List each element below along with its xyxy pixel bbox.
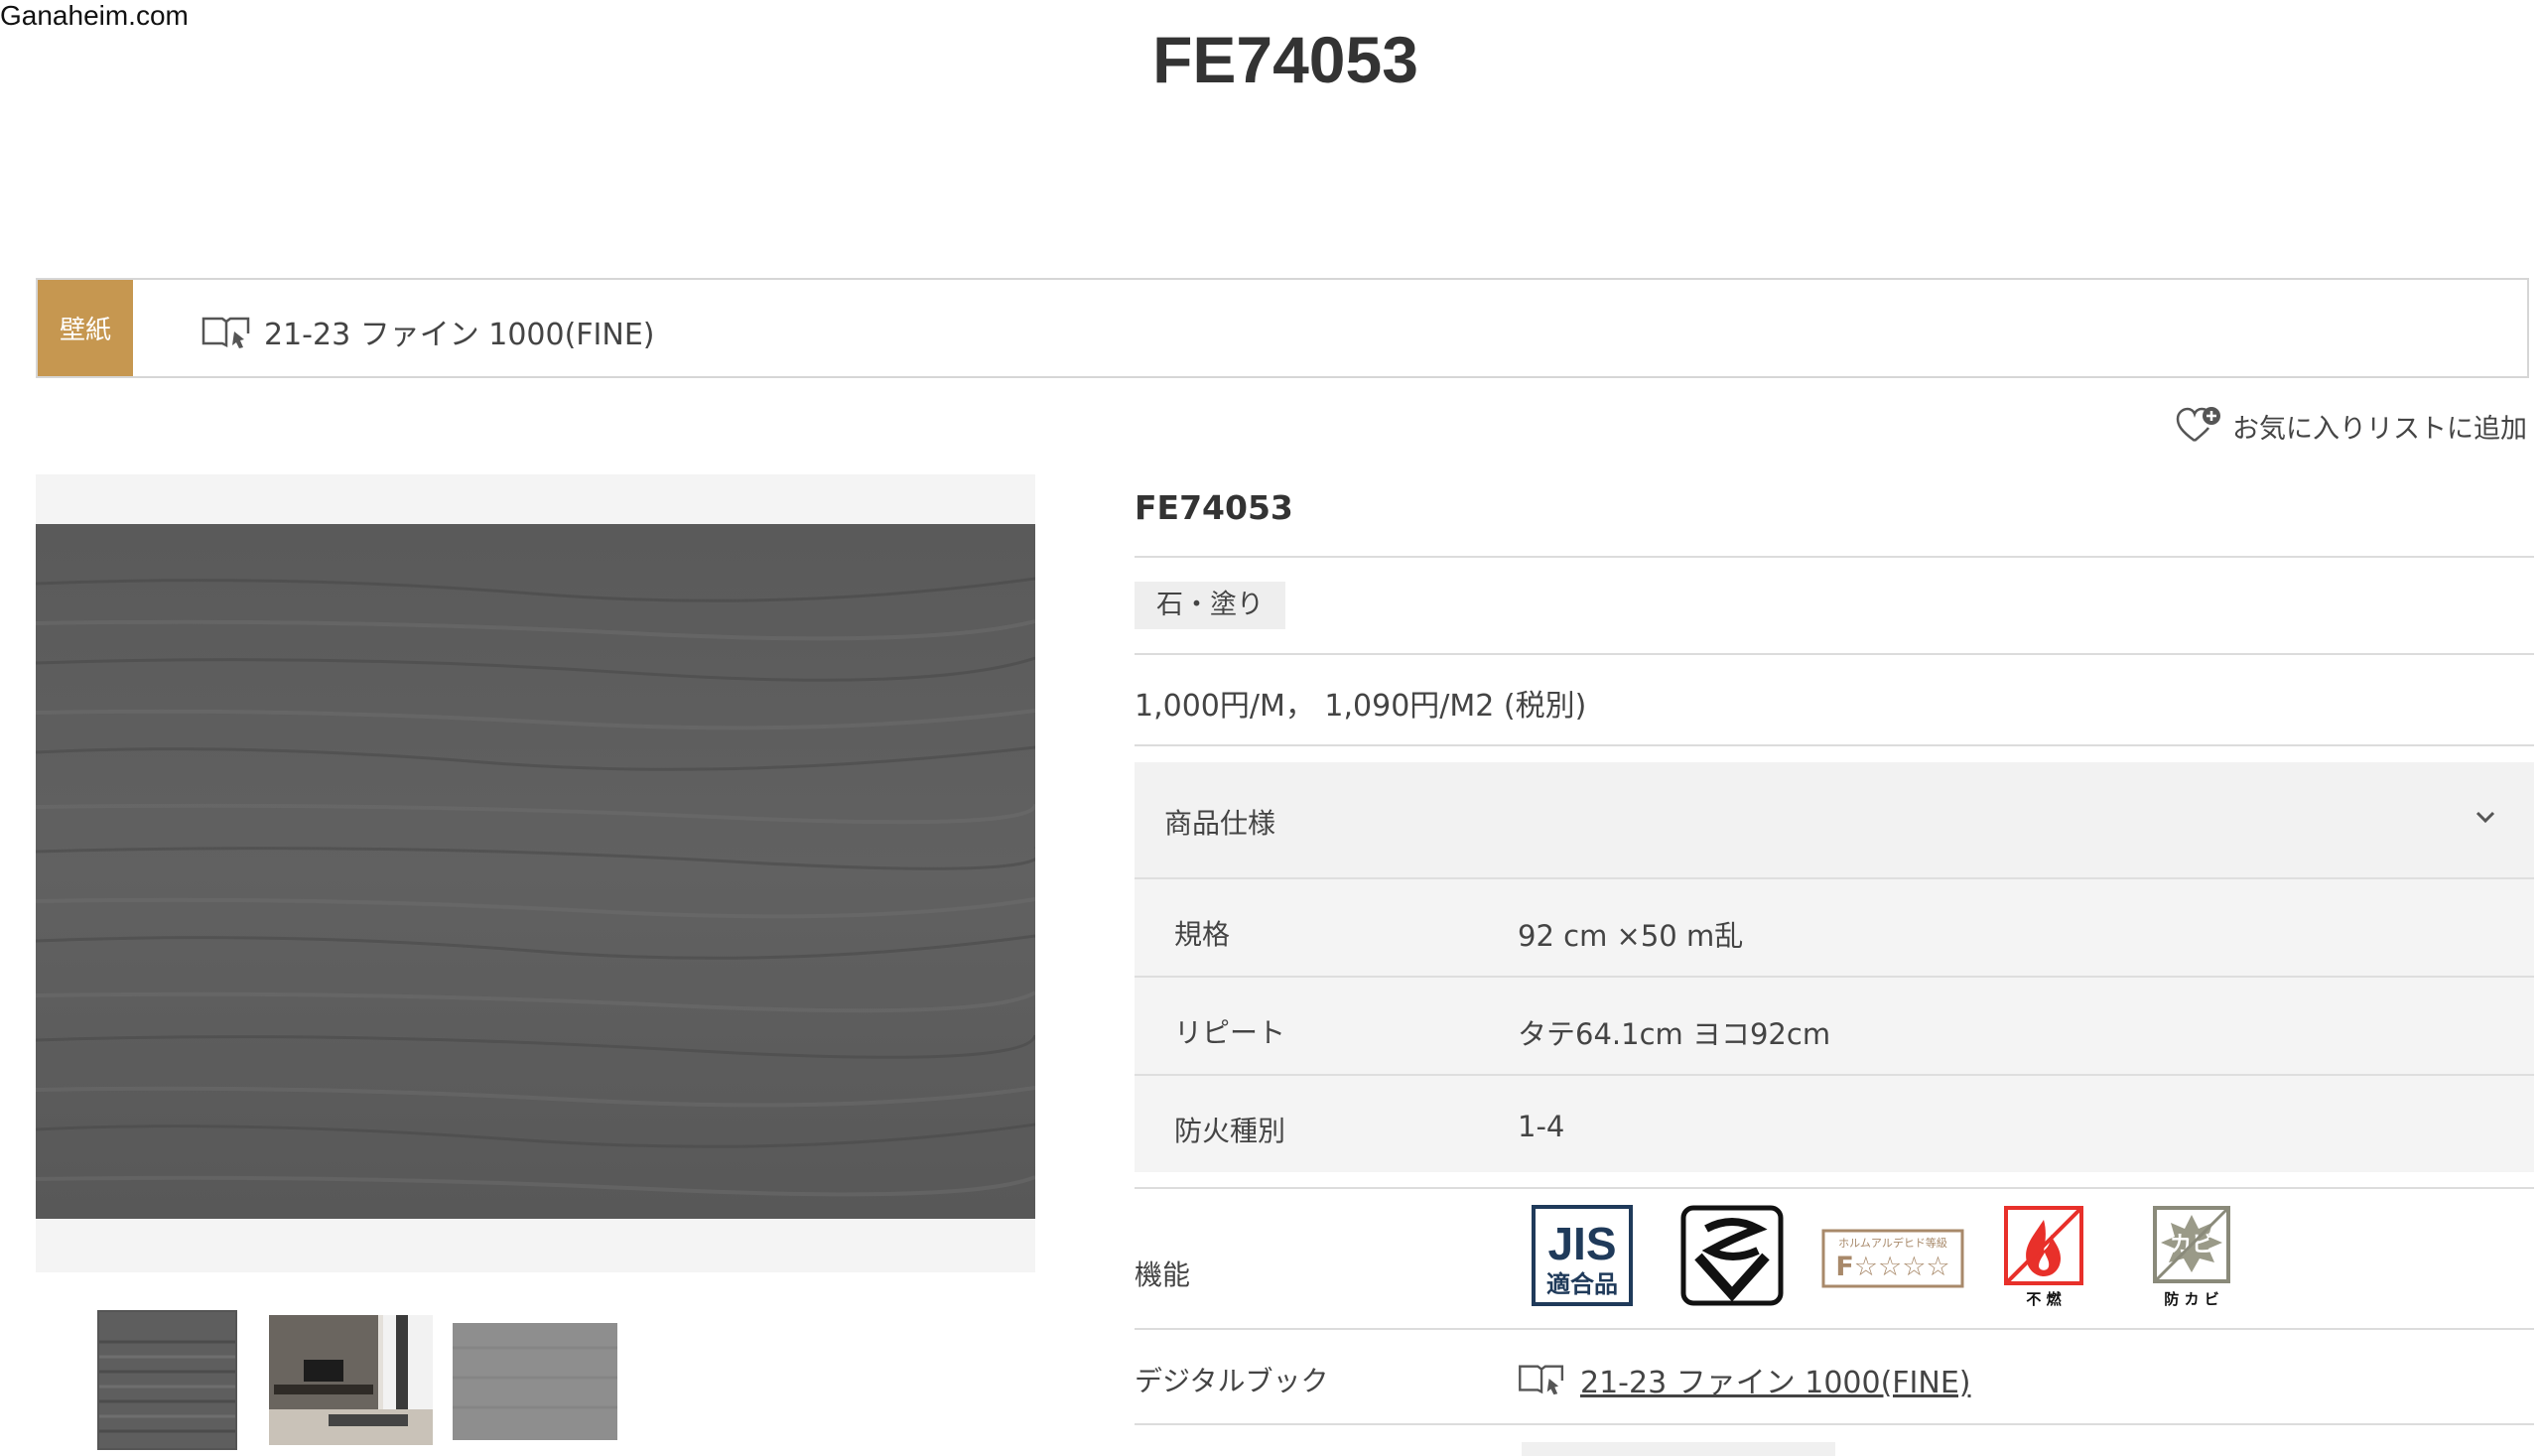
- divider: [1135, 1187, 2534, 1189]
- spec-row: 規格 92 cm ×50 m乱: [1135, 877, 2534, 976]
- add-to-favorites[interactable]: お気に入りリストに追加: [2175, 405, 2527, 447]
- anti-mold-icon: カビ 防 カ ビ: [2153, 1206, 2230, 1308]
- fireproof-icon: 不 燃: [2004, 1206, 2083, 1308]
- favorite-label: お気に入りリストに追加: [2232, 413, 2527, 445]
- catalog-bar: 壁紙 21-23 ファイン 1000(FINE): [36, 278, 2529, 378]
- spec-key: リピート: [1174, 1016, 1286, 1049]
- digital-book-icon: [201, 317, 250, 348]
- sv-mark-icon: [1680, 1205, 1784, 1306]
- chevron-down-icon: [2475, 811, 2495, 824]
- product-price: 1,000円/M， 1,090円/M2 (税別): [1135, 689, 1587, 724]
- spec-value: タテ64.1cm ヨコ92cm: [1518, 1017, 1831, 1051]
- spec-row: 防火種別 1-4: [1135, 1074, 2534, 1172]
- jis-icon: JIS 適合品: [1532, 1205, 1633, 1306]
- divider: [1135, 1423, 2534, 1425]
- formaldehyde-grade: F☆☆☆☆: [1835, 1252, 1949, 1282]
- spec-key: 規格: [1174, 918, 1231, 951]
- main-product-image[interactable]: [36, 524, 1035, 1219]
- thumbnail-swatch[interactable]: [453, 1323, 617, 1440]
- spec-value: 1-4: [1518, 1110, 1565, 1143]
- page-title: FE74053: [1152, 23, 1418, 96]
- divider: [1135, 744, 2534, 746]
- spec-key: 防火種別: [1174, 1115, 1286, 1147]
- divider: [1135, 653, 2534, 655]
- thumbnail-room[interactable]: [269, 1315, 433, 1445]
- heart-plus-icon: [2176, 407, 2220, 443]
- partial-button[interactable]: [1522, 1442, 1835, 1456]
- spec-heading: 商品仕様: [1164, 807, 1276, 840]
- stone-texture: [36, 524, 1035, 1219]
- spec-value: 92 cm ×50 m乱: [1518, 919, 1744, 953]
- product-tag: 石・塗り: [1135, 582, 1285, 629]
- texture-thumbnail-image: [99, 1312, 235, 1448]
- digital-book-label: デジタルブック: [1135, 1365, 1329, 1397]
- spec-row: リピート タテ64.1cm ヨコ92cm: [1135, 976, 2534, 1074]
- category-badge: 壁紙: [38, 280, 133, 376]
- formaldehyde-grade-icon: ホルムアルデヒド等級 F☆☆☆☆: [1821, 1229, 1964, 1288]
- digital-book-link[interactable]: 21-23 ファイン 1000(FINE): [1517, 1358, 1971, 1401]
- digital-book-icon: [1519, 1365, 1564, 1395]
- jis-mark-text: JIS: [1547, 1218, 1616, 1269]
- swatch-thumbnail-image: [453, 1323, 617, 1440]
- spec-accordion-header[interactable]: 商品仕様: [1135, 762, 2534, 877]
- room-thumbnail-image: [269, 1315, 433, 1445]
- anti-mold-caption: 防 カ ビ: [2164, 1290, 2218, 1308]
- formaldehyde-label: ホルムアルデヒド等級: [1838, 1236, 1947, 1250]
- catalog-book-name: 21-23 ファイン 1000(FINE): [264, 318, 655, 352]
- main-image-frame: [36, 474, 1035, 1272]
- divider: [1135, 1328, 2534, 1330]
- features-label: 機能: [1135, 1258, 1191, 1291]
- digital-book-link-text: 21-23 ファイン 1000(FINE): [1580, 1366, 1971, 1400]
- fireproof-caption: 不 燃: [2026, 1290, 2062, 1308]
- thumbnail-texture[interactable]: [97, 1310, 237, 1450]
- product-code: FE74053: [1135, 488, 1293, 527]
- divider: [1135, 556, 2534, 558]
- jis-caption: 適合品: [1546, 1270, 1618, 1298]
